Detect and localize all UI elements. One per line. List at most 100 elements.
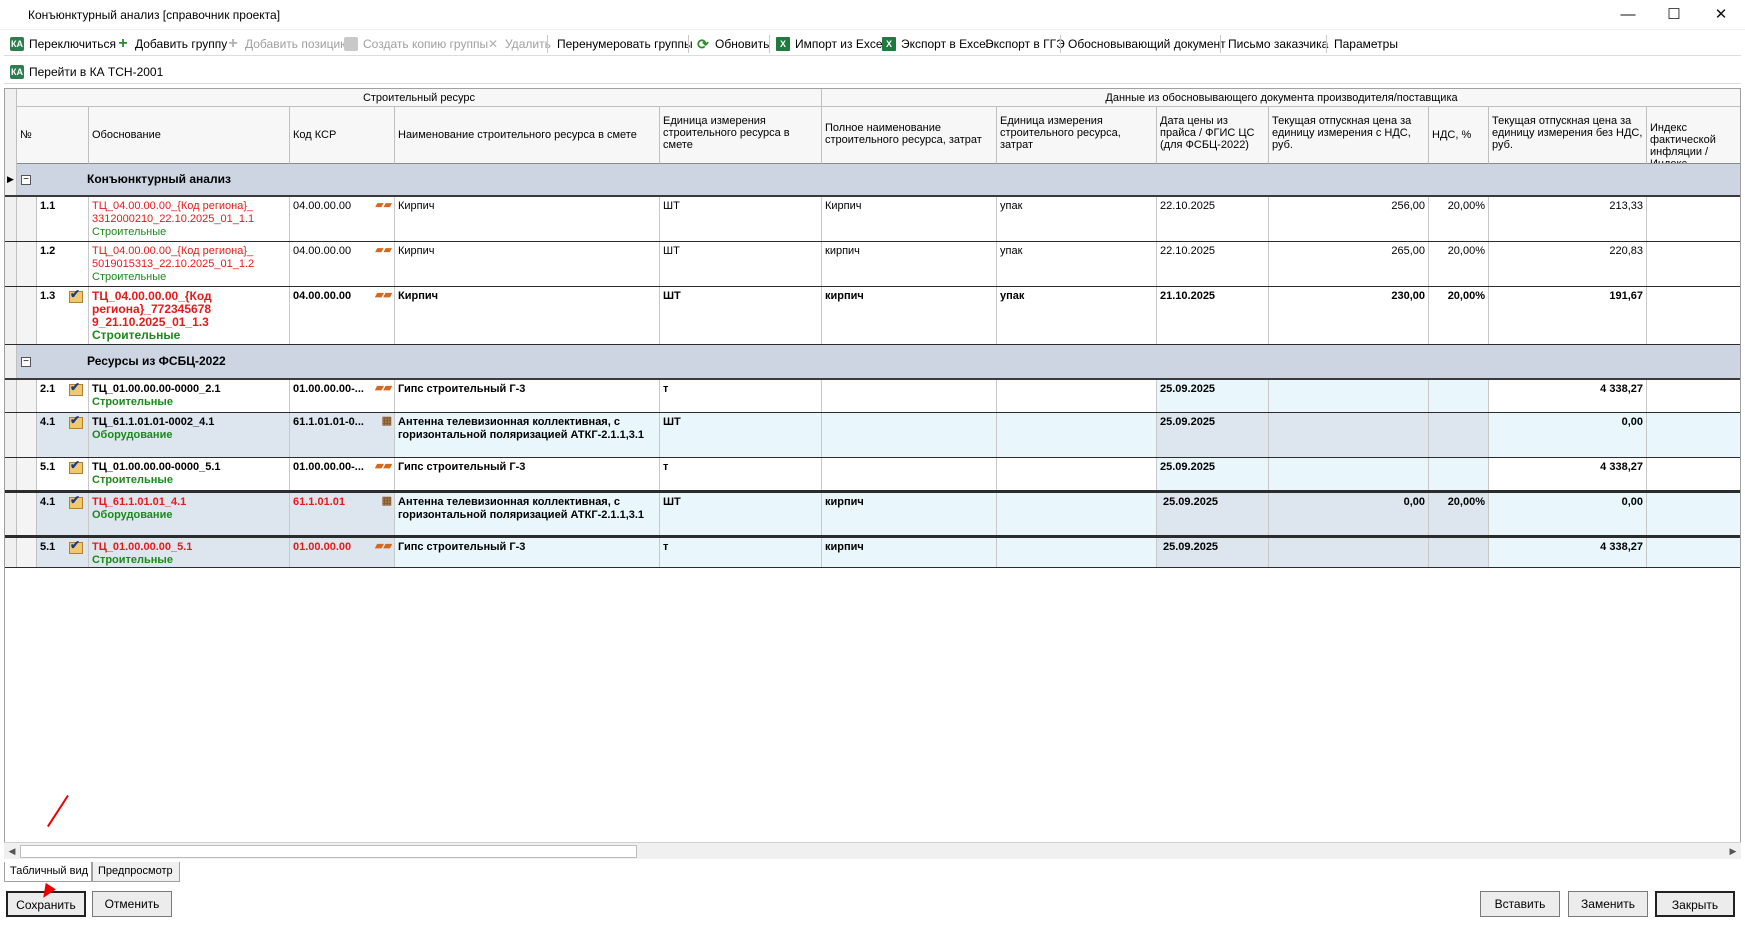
import-excel-button[interactable]: X Импорт из Excel [776,34,885,54]
cell-num[interactable]: 5.1 [37,458,89,490]
replace-button[interactable]: Заменить [1568,891,1648,917]
cell-index[interactable] [1647,380,1740,412]
cell-unit[interactable]: т [660,458,822,490]
table-row[interactable]: 1.1 ТЦ_04.00.00.00_{Код региона}_ 331200… [5,197,1740,242]
cell-vat[interactable] [1429,538,1489,567]
checked-icon[interactable] [69,494,83,509]
cell-index[interactable] [1647,538,1740,567]
cell-index[interactable] [1647,287,1740,344]
cell-unit[interactable]: ШТ [660,242,822,286]
cell-doc-unit[interactable] [997,493,1157,535]
cell-vat[interactable]: 20,00% [1429,287,1489,344]
cell-doc-unit[interactable] [997,538,1157,567]
checked-icon[interactable] [69,414,83,429]
cell-price-novat[interactable]: 4 338,27 [1489,538,1647,567]
switch-button[interactable]: КА Переключиться [10,34,116,54]
cell-price-vat[interactable] [1269,380,1429,412]
cell-index[interactable] [1647,493,1740,535]
cell-basis[interactable]: ТЦ_61.1.01.01_4.1 Оборудование [89,493,290,535]
cell-name[interactable]: Кирпич [395,197,660,241]
add-position-button[interactable]: + Добавить позицию [226,34,349,54]
cell-doc-unit[interactable]: упак [997,242,1157,286]
cell-price-novat[interactable]: 191,67 [1489,287,1647,344]
cell-unit[interactable]: ШТ [660,287,822,344]
col-header-full-name[interactable]: Полное наименование строительного ресурс… [822,107,997,164]
col-header-num[interactable]: № [17,107,89,164]
col-header-name[interactable]: Наименование строительного ресурса в сме… [395,107,660,164]
scrollbar-thumb[interactable] [20,845,637,858]
cell-vat[interactable]: 20,00% [1429,493,1489,535]
cell-index[interactable] [1647,458,1740,490]
cell-basis[interactable]: ТЦ_01.00.00.00_5.1 Строительные [89,538,290,567]
table-row[interactable]: 2.1 ТЦ_01.00.00.00-0000_2.1 Строительные… [5,380,1740,413]
cell-full-name[interactable]: кирпич [822,493,997,535]
cell-num[interactable]: 1.3 [37,287,89,344]
cell-num[interactable]: 2.1 [37,380,89,412]
col-header-index[interactable]: Индекс фактической инфляции / Индекс [1647,107,1740,164]
maximize-button[interactable]: ☐ [1651,0,1697,30]
col-header-ksr[interactable]: Код КСР [290,107,395,164]
cancel-button[interactable]: Отменить [92,891,172,917]
cell-doc-unit[interactable] [997,380,1157,412]
copy-group-button[interactable]: Создать копию группы [344,34,488,54]
cell-doc-unit[interactable]: упак [997,287,1157,344]
go-to-tsn-button[interactable]: КА Перейти в КА ТСН-2001 [10,62,163,82]
scroll-left-icon[interactable]: ◀ [4,843,20,860]
checked-icon[interactable] [69,288,83,303]
supporting-document-button[interactable]: Обосновывающий документ [1068,34,1226,54]
group-row[interactable]: − Ресурсы из ФСБЦ-2022 [5,345,1740,380]
cell-full-name[interactable]: кирпич [822,538,997,567]
cell-doc-unit[interactable]: упак [997,197,1157,241]
cell-unit[interactable]: т [660,538,822,567]
cell-name[interactable]: Гипс строительный Г-3 [395,380,660,412]
cell-vat[interactable] [1429,458,1489,490]
cell-full-name[interactable] [822,380,997,412]
cell-index[interactable] [1647,242,1740,286]
cell-name[interactable]: Антенна телевизионная коллективная, с го… [395,413,660,457]
horizontal-scrollbar[interactable]: ◀ ▶ [4,842,1741,859]
cell-ksr[interactable]: ▰▰ 04.00.00.00 [290,242,395,286]
cell-num[interactable]: 5.1 [37,538,89,567]
cell-ksr[interactable]: ▦ 61.1.01.01 [290,493,395,535]
tab-preview[interactable]: Предпросмотр [92,862,180,882]
cell-index[interactable] [1647,413,1740,457]
close-button[interactable]: Закрыть [1655,891,1735,917]
export-gge-button[interactable]: Экспорт в ГГЭ [985,34,1065,54]
cell-unit[interactable]: ШТ [660,197,822,241]
cell-full-name[interactable]: кирпич [822,242,997,286]
cell-price-novat[interactable]: 4 338,27 [1489,458,1647,490]
cell-num[interactable]: 4.1 [37,493,89,535]
cell-ksr[interactable]: ▰▰ 01.00.00.00-... [290,380,395,412]
cell-date[interactable]: 25.09.2025 [1157,413,1269,457]
cell-vat[interactable] [1429,380,1489,412]
cell-unit[interactable]: т [660,380,822,412]
cell-num[interactable]: 4.1 [37,413,89,457]
group-row[interactable]: ▶ − Конъюнктурный анализ [5,164,1740,197]
delete-button[interactable]: ✕ Удалить [486,34,551,54]
cell-basis[interactable]: ТЦ_01.00.00.00-0000_5.1 Строительные [89,458,290,490]
cell-doc-unit[interactable] [997,458,1157,490]
cell-date[interactable]: 21.10.2025 [1157,287,1269,344]
collapse-group-toggle[interactable]: − [21,175,31,185]
export-excel-button[interactable]: X Экспорт в Excel [882,34,988,54]
col-header-date[interactable]: Дата цены из прайса / ФГИС ЦС (для ФСБЦ-… [1157,107,1269,164]
col-header-doc-unit[interactable]: Единица измерения строительного ресурса,… [997,107,1157,164]
table-row[interactable]: 5.1 ТЦ_01.00.00.00-0000_5.1 Строительные… [5,458,1740,491]
cell-date[interactable]: 22.10.2025 [1157,197,1269,241]
resource-grid[interactable]: Строительный ресурс Данные из обосновыва… [4,88,1741,858]
cell-price-vat[interactable] [1269,538,1429,567]
checked-icon[interactable] [69,539,83,554]
table-row[interactable]: 5.1 ТЦ_01.00.00.00_5.1 Строительные ▰▰ 0… [5,536,1740,568]
cell-ksr[interactable]: ▰▰ 04.00.00.00 [290,287,395,344]
cell-doc-unit[interactable] [997,413,1157,457]
refresh-button[interactable]: ⟳ Обновить [696,34,769,54]
col-header-vat[interactable]: НДС, % [1429,107,1489,164]
cell-date[interactable]: 22.10.2025 [1157,242,1269,286]
cell-ksr[interactable]: ▦ 61.1.01.01-0... [290,413,395,457]
cell-price-vat[interactable]: 256,00 [1269,197,1429,241]
scroll-right-icon[interactable]: ▶ [1725,843,1741,860]
cell-price-novat[interactable]: 0,00 [1489,493,1647,535]
cell-price-novat[interactable]: 4 338,27 [1489,380,1647,412]
customer-letter-button[interactable]: Письмо заказчика [1228,34,1328,54]
cell-basis[interactable]: ТЦ_61.1.01.01-0002_4.1 Оборудование [89,413,290,457]
